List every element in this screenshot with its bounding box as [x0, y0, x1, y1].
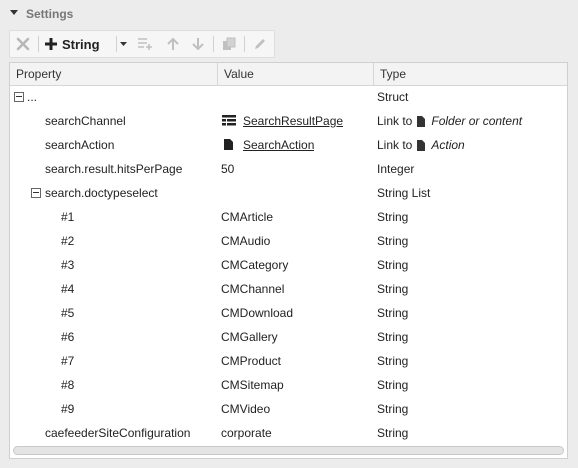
list-item[interactable]: #1 CMArticle String	[10, 205, 567, 229]
property-type: String	[377, 402, 409, 416]
delete-button[interactable]	[12, 31, 34, 57]
linked-content-link[interactable]: SearchResultPage	[243, 109, 343, 133]
property-value[interactable]: corporate	[221, 421, 371, 445]
type-prefix: Link to	[377, 114, 413, 128]
horizontal-scrollbar[interactable]	[13, 446, 564, 455]
chevron-down-icon	[119, 41, 127, 46]
document-icon	[417, 140, 426, 151]
panel-title: Settings	[26, 7, 74, 21]
copy-icon	[223, 37, 236, 50]
type-prefix: Link to	[377, 138, 413, 152]
property-value[interactable]: CMAudio	[221, 229, 371, 253]
property-type: String	[377, 354, 409, 368]
column-header-value[interactable]: Value	[218, 63, 374, 85]
pencil-icon	[255, 39, 265, 49]
column-header-property[interactable]: Property	[10, 63, 218, 85]
property-type: String	[377, 234, 409, 248]
settings-panel-header[interactable]: Settings	[0, 0, 578, 28]
grid-header: Property Value Type	[10, 63, 567, 86]
property-type: String	[377, 426, 409, 440]
list-item[interactable]: #9 CMVideo String	[10, 397, 567, 421]
property-type: Integer	[377, 162, 415, 176]
property-type: String	[377, 378, 409, 392]
property-value[interactable]: CMGallery	[221, 325, 371, 349]
table-row[interactable]: ... Struct	[10, 85, 567, 109]
list-item[interactable]: #5 CMDownload String	[10, 301, 567, 325]
add-child-button[interactable]	[134, 31, 156, 57]
column-header-type[interactable]: Type	[374, 63, 567, 85]
property-type: String	[377, 306, 409, 320]
property-value[interactable]: CMArticle	[221, 205, 371, 229]
property-name: search.doctypeselect	[45, 186, 158, 200]
list-item[interactable]: #4 CMChannel String	[10, 277, 567, 301]
property-value[interactable]: CMSitemap	[221, 373, 371, 397]
property-type: String	[377, 258, 409, 272]
property-type: String	[377, 210, 409, 224]
table-row[interactable]: searchAction SearchAction Link to Action	[10, 133, 567, 157]
link-target-type: Action	[431, 138, 465, 152]
move-up-button[interactable]	[163, 31, 183, 57]
property-type: Link to Folder or content	[377, 109, 565, 133]
list-item[interactable]: #6 CMGallery String	[10, 325, 567, 349]
list-add-icon	[138, 38, 152, 50]
property-name: searchAction	[45, 138, 115, 152]
toolbar-divider	[116, 36, 117, 52]
table-row[interactable]: search.result.hitsPerPage 50 Integer	[10, 157, 567, 181]
property-value[interactable]: CMDownload	[221, 301, 371, 325]
close-icon	[16, 37, 30, 51]
property-value[interactable]: CMVideo	[221, 397, 371, 421]
plus-icon	[45, 38, 57, 50]
table-row[interactable]: search.doctypeselect String List	[10, 181, 567, 205]
table-row[interactable]: searchChannel SearchResultPage Link to Fo…	[10, 109, 567, 133]
document-icon	[417, 116, 426, 127]
property-value[interactable]: 50	[221, 157, 371, 181]
properties-grid: Property Value Type ... Struct searchCha…	[9, 62, 568, 459]
page-grid-icon	[222, 115, 236, 126]
type-dropdown-button[interactable]	[118, 31, 128, 57]
property-value[interactable]: CMChannel	[221, 277, 371, 301]
list-item[interactable]: #2 CMAudio String	[10, 229, 567, 253]
property-type: Struct	[377, 90, 409, 104]
arrow-up-icon	[167, 37, 179, 50]
arrow-down-icon	[192, 38, 204, 51]
add-string-label: String	[62, 36, 100, 52]
property-name: caefeederSiteConfiguration	[45, 426, 191, 440]
property-type: Link to Action	[377, 133, 565, 157]
property-type: String List	[377, 186, 431, 200]
property-type: String	[377, 282, 409, 296]
move-down-button[interactable]	[188, 31, 208, 57]
edit-button[interactable]	[249, 31, 271, 57]
add-string-button[interactable]: String	[44, 31, 116, 57]
list-item[interactable]: #3 CMCategory String	[10, 253, 567, 277]
property-type: String	[377, 330, 409, 344]
toolbar-divider	[38, 36, 39, 52]
property-value[interactable]: CMProduct	[221, 349, 371, 373]
toolbar-divider	[213, 36, 214, 52]
copy-button[interactable]	[218, 31, 240, 57]
link-target-type: Folder or content	[431, 114, 523, 128]
document-icon	[224, 139, 233, 150]
list-item[interactable]: #7 CMProduct String	[10, 349, 567, 373]
toolbar-divider	[244, 36, 245, 52]
toolbar: String	[9, 30, 275, 58]
property-name: search.result.hitsPerPage	[45, 162, 183, 176]
property-name: searchChannel	[45, 114, 126, 128]
list-item[interactable]: #8 CMSitemap String	[10, 373, 567, 397]
property-value[interactable]: CMCategory	[221, 253, 371, 277]
property-name: ...	[27, 90, 38, 104]
collapse-arrow-icon[interactable]	[10, 10, 18, 15]
linked-content-link[interactable]: SearchAction	[243, 133, 314, 157]
table-row[interactable]: caefeederSiteConfiguration corporate Str…	[10, 421, 567, 445]
